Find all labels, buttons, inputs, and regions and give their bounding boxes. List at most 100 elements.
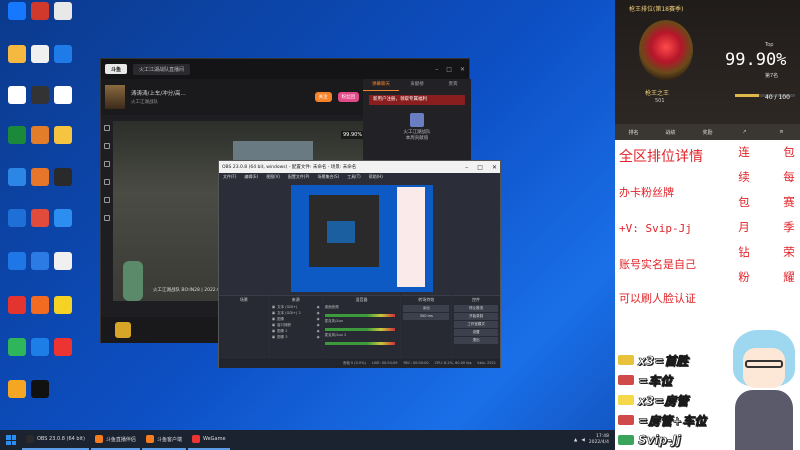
clock[interactable]: 17:48 2022/4/4 <box>589 434 609 446</box>
window-titlebar[interactable]: 斗鱼 火工江湖战队直播间 – □ ✕ <box>101 59 469 79</box>
taskbar-app-button[interactable]: 斗鱼客户端 <box>141 430 186 450</box>
system-tray: ▲ ◀ 17:48 2022/4/4 <box>574 434 615 446</box>
desktop-shortcut-icon[interactable] <box>50 209 76 227</box>
window-controls: – □ ✕ <box>465 164 497 171</box>
desktop-shortcut-icon[interactable] <box>50 45 76 63</box>
obs-preview[interactable] <box>291 185 433 292</box>
controls-dock: 控件 停止推流 开始录制 工作室模式 设置 退出 <box>452 295 501 357</box>
obs-titlebar[interactable]: OBS 23.0.8 (64 bit, windows) - 配置文件: 未命名… <box>219 161 500 173</box>
scenes-header: 场景 <box>239 297 248 302</box>
app-icon <box>31 209 49 227</box>
tab-live-room[interactable]: 火工江湖战队直播间 <box>133 63 191 75</box>
top-label: Top <box>765 42 774 48</box>
promo-banner[interactable]: 新用户注册，领取专属福利 <box>369 95 465 105</box>
desktop-shortcut-icon[interactable] <box>50 2 76 20</box>
app-icon <box>54 2 72 20</box>
minimize-icon[interactable]: – <box>435 66 438 73</box>
volume-meter[interactable] <box>324 342 395 345</box>
tab-vip[interactable]: 贵宾 <box>435 79 471 91</box>
transition-select[interactable]: 淡出 <box>403 305 450 312</box>
app-icon <box>54 168 72 186</box>
tool-icon[interactable] <box>104 125 110 131</box>
tab-record[interactable]: 战绩 <box>652 129 689 136</box>
control-button[interactable]: 停止推流 <box>454 305 499 312</box>
desktop-shortcut-icon[interactable] <box>50 168 76 186</box>
network-icon[interactable]: ▲ <box>574 438 577 443</box>
taskbar-app-button[interactable]: OBS 23.0.8 (64 bit) <box>22 430 89 450</box>
visibility-icon[interactable]: ◉ <box>317 311 320 315</box>
control-button[interactable]: 退出 <box>454 337 499 344</box>
tool-icon[interactable] <box>104 161 110 167</box>
perk-label: x3=房管 <box>638 393 689 408</box>
start-button[interactable] <box>0 430 22 450</box>
taskbar-app-button[interactable]: 斗鱼直播伴侣 <box>90 430 140 450</box>
menu-item[interactable]: 文件(F) <box>223 174 236 180</box>
menu-item[interactable]: 场景集合(S) <box>317 174 339 180</box>
visibility-icon[interactable]: ◉ <box>317 323 320 327</box>
control-button[interactable]: 工作室模式 <box>454 321 499 328</box>
source-type-icon: ▣ <box>271 311 276 315</box>
app-icon <box>54 296 72 314</box>
app-icon <box>31 45 49 63</box>
app-icon <box>8 2 26 20</box>
menu-item[interactable]: 编辑(E) <box>244 174 258 180</box>
perk-item: Svip-Jj <box>618 430 728 450</box>
obs-title: OBS 23.0.8 (64 bit, windows) - 配置文件: 未命名… <box>222 165 357 170</box>
control-button[interactable]: 设置 <box>454 329 499 336</box>
visibility-icon[interactable]: ◉ <box>317 317 320 321</box>
minimize-icon[interactable]: – <box>465 164 468 171</box>
tool-icon[interactable] <box>104 179 110 185</box>
share-icon[interactable]: ↗ <box>726 129 763 135</box>
desktop-shortcut-icon[interactable] <box>50 252 76 270</box>
desktop-shortcut-icon[interactable] <box>27 380 53 398</box>
stream-info-bar: 涛涛涛/上车/冲分/高... 火工江湖战队 关注 粉丝团 <box>101 79 363 115</box>
menu-item[interactable]: 工具(T) <box>347 174 361 180</box>
menu-item[interactable]: 帮助(H) <box>369 174 383 180</box>
gift-icon[interactable] <box>115 322 131 338</box>
source-label: 图像 <box>277 316 285 321</box>
menu-icon[interactable]: ≡ <box>763 129 800 135</box>
tool-icon[interactable] <box>104 143 110 149</box>
menu-item[interactable]: 配置文件(P) <box>288 174 310 180</box>
preview-side-panel <box>397 187 425 287</box>
mixer-channel-label: 麦克风/Aux 2 <box>324 332 347 337</box>
visibility-icon[interactable]: ◉ <box>317 329 320 333</box>
app-icon <box>8 338 26 356</box>
tab-reward[interactable]: 奖励 <box>689 129 726 136</box>
desktop-shortcut-icon[interactable] <box>50 86 76 104</box>
maximize-icon[interactable]: □ <box>477 164 483 171</box>
maximize-icon[interactable]: □ <box>446 66 452 73</box>
perks-list: x3=首胜 =车位 x3=房管 =房管+车位 Svip-Jj <box>618 350 728 450</box>
desktop-shortcut-icon[interactable] <box>50 126 76 144</box>
tab-contribution[interactable]: 贡献榜 <box>399 79 435 91</box>
volume-icon[interactable]: ◀ <box>581 438 584 443</box>
volume-meter[interactable] <box>324 314 395 317</box>
app-icon <box>31 168 49 186</box>
desktop-shortcut-icon[interactable] <box>50 296 76 314</box>
app-icon <box>31 380 49 398</box>
fan-club-button[interactable]: 粉丝团 <box>337 92 359 102</box>
streamer-avatar[interactable] <box>105 85 125 109</box>
control-button[interactable]: 开始录制 <box>454 313 499 320</box>
tool-icon[interactable] <box>104 215 110 221</box>
tab-ranking[interactable]: 排名 <box>615 129 652 136</box>
badge-icon <box>410 113 424 127</box>
tab-chat[interactable]: 弹幕聊天 <box>363 79 399 91</box>
rank-badge-icon <box>639 20 693 80</box>
tool-icon[interactable] <box>104 197 110 203</box>
duration-input[interactable]: 300 ms <box>403 313 450 320</box>
volume-meter[interactable] <box>324 328 395 331</box>
app-icon <box>31 252 49 270</box>
obs-window[interactable]: OBS 23.0.8 (64 bit, windows) - 配置文件: 未命名… <box>218 160 501 368</box>
visibility-icon[interactable]: ◉ <box>317 335 320 339</box>
perk-icon <box>618 355 634 365</box>
close-icon[interactable]: ✕ <box>460 66 465 73</box>
close-icon[interactable]: ✕ <box>492 164 497 171</box>
source-item[interactable]: ▣ 图像 3 ◉ <box>272 334 320 340</box>
visibility-icon[interactable]: ◉ <box>317 305 320 309</box>
desktop-shortcut-icon[interactable] <box>50 338 76 356</box>
app-icon <box>8 126 26 144</box>
follow-button[interactable]: 关注 <box>314 92 332 102</box>
menu-item[interactable]: 视图(V) <box>266 174 280 180</box>
taskbar-app-button[interactable]: WeGame <box>187 430 230 450</box>
